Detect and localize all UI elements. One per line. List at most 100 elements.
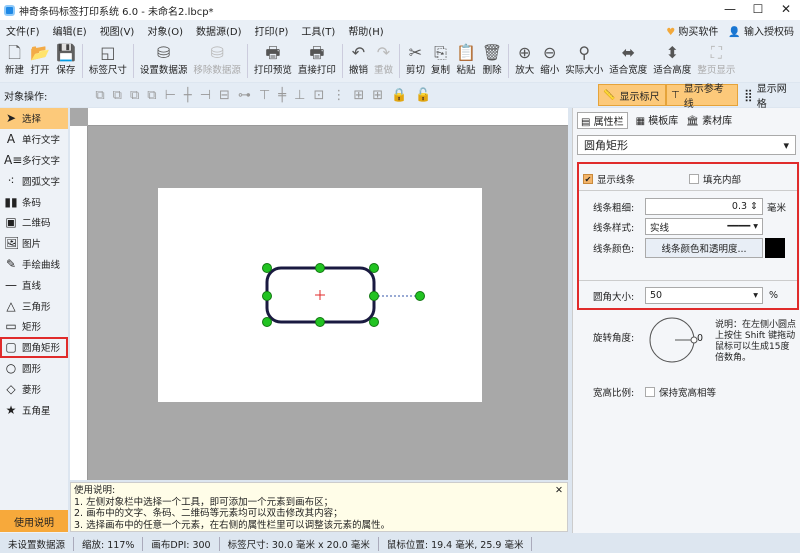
line-style-select[interactable]: 实线 ━━━━ ▾ (645, 218, 763, 235)
minimize-button[interactable]: — (720, 2, 740, 16)
buy-software-link[interactable]: ♥ 购买软件 (666, 23, 718, 38)
toolbar-button[interactable]: 🖶 直接打印 (295, 40, 339, 80)
distribute-icon[interactable]: ⊟ (219, 88, 230, 103)
menu-item[interactable]: 视图(V) (100, 23, 135, 38)
tool-image[interactable]: 🖼 图片 (0, 233, 68, 254)
tool-triangle[interactable]: △ 三角形 (0, 295, 68, 316)
tool-line[interactable]: — 直线 (0, 274, 68, 295)
keep-aspect-checkbox[interactable]: 保持宽高相等 (659, 385, 716, 399)
align-top-icon[interactable]: ⊤ (259, 88, 270, 103)
tool-arc-text[interactable]: ⁖ 圆弧文字 (0, 170, 68, 191)
toolbar-button[interactable]: 📋 粘贴 (453, 40, 479, 80)
tab-materials[interactable]: 🏛 素材库 (686, 112, 732, 129)
show-guides-toggle[interactable]: ⊤ 显示参考线 (666, 84, 738, 110)
rotation-handle[interactable] (415, 291, 425, 301)
label-size-icon: ◱ (100, 43, 116, 62)
resize-handle[interactable] (262, 317, 272, 327)
help-close-button[interactable]: ✕ (555, 485, 563, 497)
ungroup-icon[interactable]: ⊞ (372, 88, 383, 103)
toolbar-button[interactable]: ⛶ 整页显示 (694, 40, 738, 80)
resize-handle[interactable] (262, 291, 272, 301)
tool-pointer[interactable]: ➤ 选择 (0, 108, 68, 129)
toolbar-button[interactable]: ⛁ 移除数据源 (190, 40, 244, 80)
align-bottom-icon[interactable]: ⊥ (294, 88, 305, 103)
layer-icon[interactable]: ⧉ (113, 88, 122, 103)
toolbar-button[interactable]: 🖶 打印预览 (251, 40, 295, 80)
database-icon: ⛁ (156, 43, 171, 62)
menu-item[interactable]: 数据源(D) (196, 23, 242, 38)
grid-icon: ⣿ (744, 88, 753, 102)
license-link[interactable]: 👤 输入授权码 (728, 23, 794, 38)
resize-handle[interactable] (315, 263, 325, 273)
object-type-select[interactable]: 圆角矩形 ▾ (577, 135, 796, 155)
group-icon[interactable]: ⋮ (332, 88, 345, 103)
line-color-swatch[interactable] (765, 238, 785, 258)
distribute-icon[interactable]: ⊶ (238, 88, 251, 103)
align-middle-icon[interactable]: ╪ (278, 88, 286, 103)
toolbar-button[interactable]: ↷ 重做 (371, 40, 396, 80)
menu-item[interactable]: 文件(F) (6, 23, 40, 38)
tool-barcode[interactable]: ▮▮ 条码 (0, 191, 68, 212)
rotation-dial[interactable] (647, 316, 717, 366)
lock-icon[interactable]: 🔒 (391, 88, 407, 103)
unlock-icon[interactable]: 🔓 (415, 88, 431, 103)
resize-handle[interactable] (369, 317, 379, 327)
toolbar-button[interactable]: ⊕ 放大 (512, 40, 537, 80)
line-width-input[interactable]: 0.3 ⇕ (645, 198, 763, 215)
layer-icon[interactable]: ⧉ (147, 88, 156, 103)
line-color-button[interactable]: 线条颜色和透明度... (645, 238, 763, 258)
toolbar-button[interactable]: ⬍ 适合高度 (650, 40, 694, 80)
toolbar-button[interactable]: ↶ 撤销 (346, 40, 371, 80)
tool-rounded-rect[interactable]: ▢ 圆角矩形 (0, 336, 68, 358)
tab-templates[interactable]: ▦ 模板库 (636, 112, 679, 129)
toolbar-button[interactable]: 🗑 删除 (479, 40, 505, 80)
tool-rectangle[interactable]: ▭ 矩形 (0, 316, 68, 337)
menu-item[interactable]: 工具(T) (301, 23, 335, 38)
size-icon[interactable]: ⊡ (313, 88, 324, 103)
new-file-icon: 🗋 (8, 43, 21, 62)
tool-qrcode[interactable]: ▣ 二维码 (0, 212, 68, 233)
align-right-icon[interactable]: ⊣ (200, 88, 211, 103)
resize-handle[interactable] (369, 263, 379, 273)
show-grid-toggle[interactable]: ⣿ 显示网格 (740, 84, 800, 110)
toolbar-button[interactable]: 📂 打开 (27, 40, 53, 80)
show-ruler-toggle[interactable]: 📏 显示标尺 (598, 84, 666, 106)
layer-icon[interactable]: ⧉ (95, 88, 104, 103)
toolbar-button[interactable]: 🗋 新建 (2, 40, 27, 80)
tool-star[interactable]: ★ 五角星 (0, 399, 68, 420)
menu-item[interactable]: 帮助(H) (348, 23, 383, 38)
tab-properties[interactable]: ▤ 属性栏 (577, 112, 628, 129)
menu-item[interactable]: 对象(O) (147, 23, 183, 38)
menu-item[interactable]: 编辑(E) (53, 23, 87, 38)
resize-handle[interactable] (369, 291, 379, 301)
group-icon[interactable]: ⊞ (353, 88, 364, 103)
toolbar-button[interactable]: ⊖ 缩小 (537, 40, 562, 80)
resize-handle[interactable] (315, 317, 325, 327)
fill-checkbox[interactable]: 填充内部 (689, 172, 741, 186)
toolbar-button[interactable]: ⚲ 实际大小 (562, 40, 606, 80)
show-line-checkbox[interactable]: ✔ 显示线条 (583, 172, 635, 186)
tool-circle[interactable]: ○ 圆形 (0, 358, 68, 379)
toolbar-button[interactable]: ⎘ 复制 (428, 40, 453, 80)
line-width-label: 线条粗细: (593, 202, 635, 214)
menu-item[interactable]: 打印(P) (255, 23, 289, 38)
tool-text[interactable]: A 单行文字 (0, 129, 68, 150)
toolbar-button[interactable]: ⬌ 适合宽度 (606, 40, 650, 80)
toolbar-button[interactable]: ◱ 标签尺寸 (86, 40, 130, 80)
help-button[interactable]: 使用说明 (0, 510, 68, 532)
resize-handle[interactable] (262, 263, 272, 273)
close-button[interactable]: ✕ (776, 2, 796, 16)
toolbar-button[interactable]: 💾 保存 (53, 40, 79, 80)
align-left-icon[interactable]: ⊢ (165, 88, 176, 103)
rounded-rectangle-object[interactable] (255, 258, 435, 333)
tool-pen[interactable]: ✎ 手绘曲线 (0, 254, 68, 275)
tool-multiline-text[interactable]: A≡ 多行文字 (0, 150, 68, 171)
maximize-button[interactable]: ☐ (748, 2, 768, 16)
corner-size-select[interactable]: 50 ▾ (645, 287, 763, 304)
status-bar: 未设置数据源 缩放: 117% 画布DPI: 300 标签尺寸: 30.0 毫米… (0, 534, 800, 553)
tool-diamond[interactable]: ◇ 菱形 (0, 378, 68, 399)
toolbar-button[interactable]: ✂ 剪切 (403, 40, 428, 80)
layer-icon[interactable]: ⧉ (130, 88, 139, 103)
align-center-icon[interactable]: ┼ (184, 88, 192, 103)
toolbar-button[interactable]: ⛁ 设置数据源 (137, 40, 191, 80)
